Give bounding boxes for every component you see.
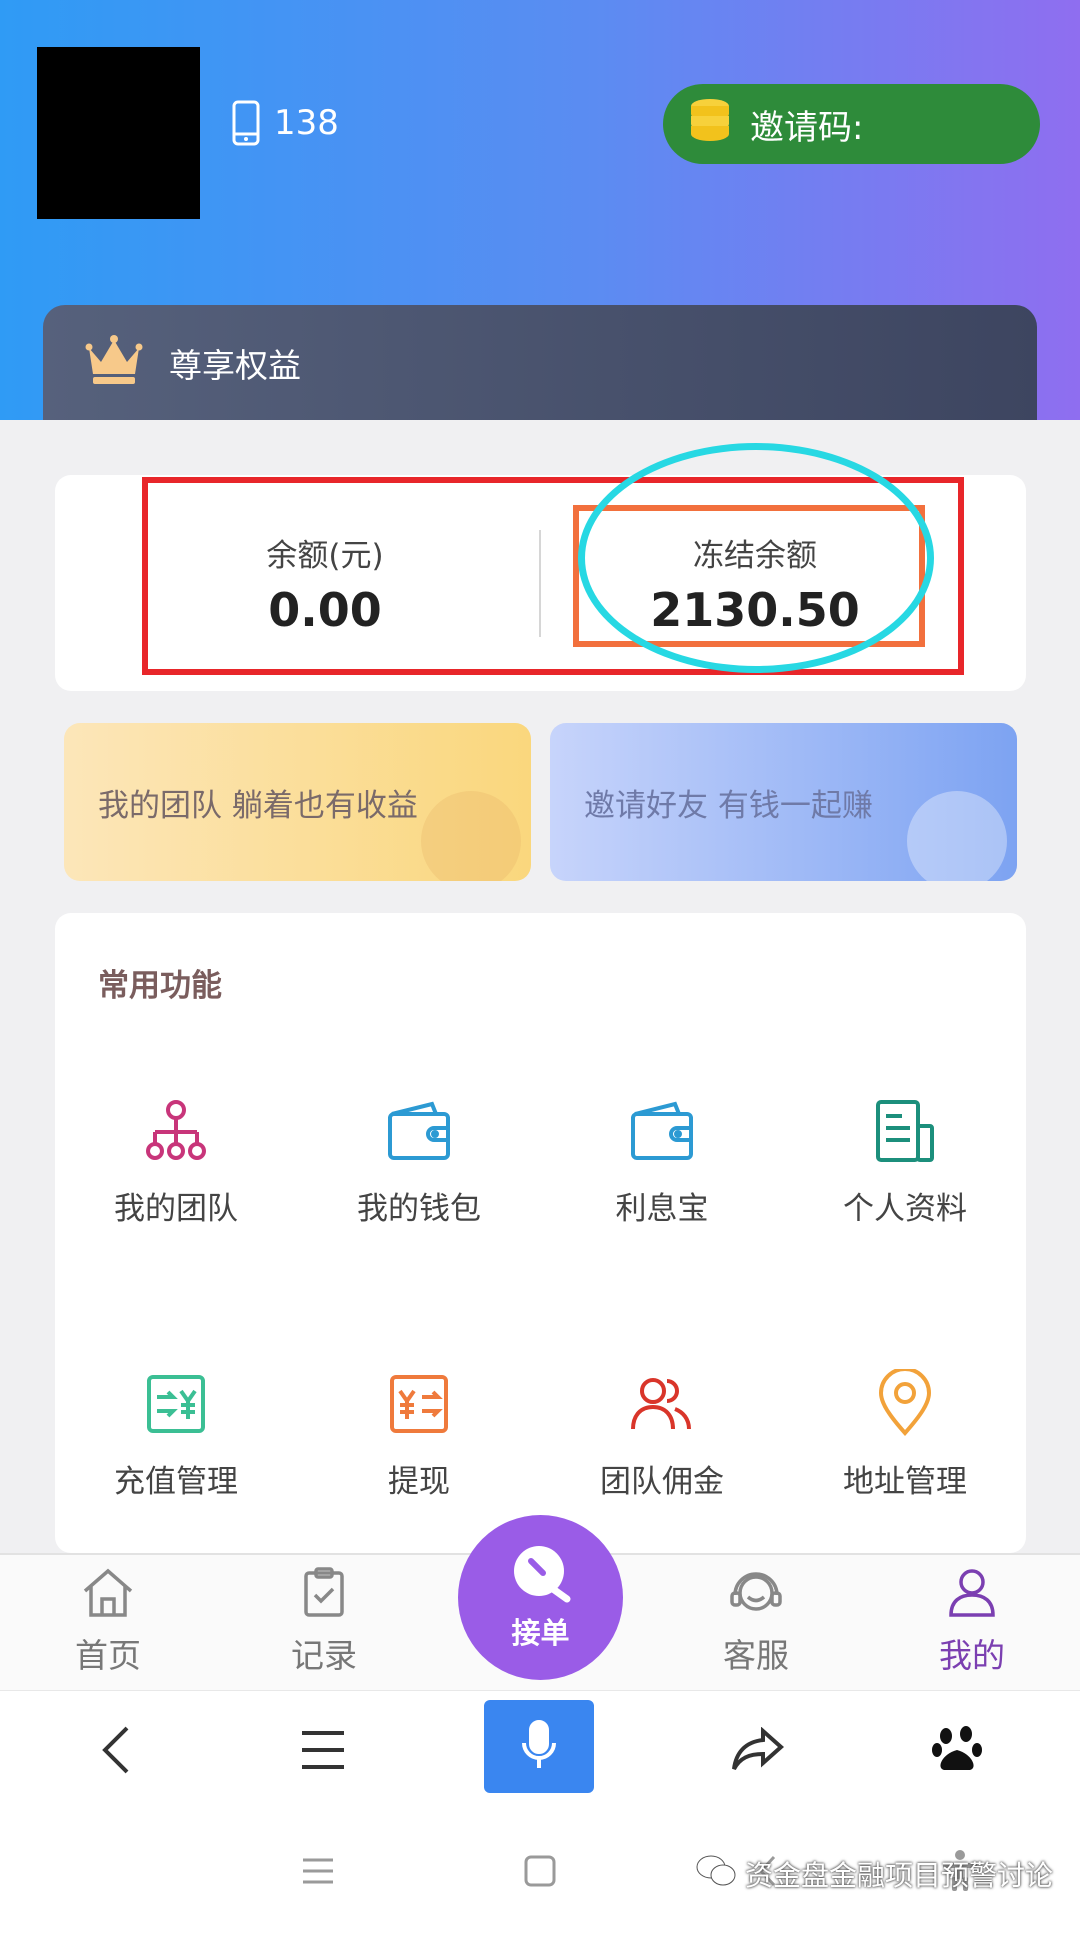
my-team-banner-label: 我的团队 躺着也有收益 [98, 787, 418, 824]
clipboard-check-icon [244, 1563, 404, 1623]
document-icon [795, 1093, 1015, 1169]
tab-label: 我的 [939, 1636, 1005, 1675]
func-profile[interactable]: 个人资料 [795, 1093, 1015, 1228]
tab-label: 客服 [723, 1636, 789, 1675]
func-label: 我的团队 [114, 1191, 238, 1227]
recent-apps-icon[interactable] [288, 1846, 348, 1896]
func-label: 充值管理 [114, 1464, 238, 1500]
func-team-commission[interactable]: 团队佣金 [552, 1366, 772, 1501]
home-square-icon[interactable] [510, 1846, 570, 1896]
tab-customer-service[interactable]: 客服 [676, 1563, 836, 1677]
func-label: 团队佣金 [600, 1464, 724, 1500]
invite-code-button[interactable]: 邀请码: [663, 84, 1040, 164]
back-icon[interactable] [77, 1710, 157, 1790]
puzzle-icon [421, 791, 521, 881]
phone-number: 138 [274, 103, 339, 143]
func-label: 地址管理 [843, 1464, 967, 1500]
wechat-icon [695, 1854, 737, 1895]
tab-label: 记录 [291, 1636, 357, 1675]
coins-icon [688, 97, 732, 152]
invite-code-label: 邀请码: [750, 107, 864, 148]
tab-take-order[interactable]: 接单 [458, 1515, 623, 1680]
tab-label: 首页 [75, 1636, 141, 1675]
func-my-wallet[interactable]: 我的钱包 [309, 1093, 529, 1228]
avatar[interactable] [37, 47, 200, 219]
common-functions-title: 常用功能 [98, 968, 222, 1004]
func-label: 利息宝 [615, 1191, 709, 1227]
voice-search-button[interactable] [484, 1700, 594, 1793]
vip-benefits-label: 尊享权益 [169, 345, 301, 385]
invite-friends-banner[interactable]: 邀请好友 有钱一起赚 [550, 723, 1017, 881]
wallet-icon [309, 1093, 529, 1169]
share-icon[interactable] [718, 1710, 798, 1790]
phone-info: 138 [232, 98, 339, 148]
team-tree-icon [66, 1093, 286, 1169]
people-icon [907, 791, 1007, 881]
menu-icon[interactable] [283, 1710, 363, 1790]
user-icon [892, 1563, 1052, 1623]
headset-icon [676, 1563, 836, 1623]
location-pin-icon [795, 1366, 1015, 1442]
func-recharge[interactable]: 充值管理 [66, 1366, 286, 1501]
phone-icon [232, 100, 260, 146]
highlight-cyan-ellipse [578, 443, 934, 673]
func-label: 提现 [388, 1464, 450, 1500]
tab-mine[interactable]: 我的 [892, 1563, 1052, 1677]
vip-benefits-bar[interactable]: 尊享权益 [43, 305, 1037, 420]
take-order-icon [509, 1543, 573, 1610]
microphone-icon [520, 1719, 558, 1775]
home-icon [28, 1563, 188, 1623]
watermark-text: 资金盘金融项目预警讨论 [745, 1859, 1054, 1892]
func-withdraw[interactable]: 提现 [309, 1366, 529, 1501]
wallet-icon [552, 1093, 772, 1169]
func-my-team[interactable]: 我的团队 [66, 1093, 286, 1228]
func-label: 我的钱包 [357, 1191, 481, 1227]
func-address[interactable]: 地址管理 [795, 1366, 1015, 1501]
my-team-banner[interactable]: 我的团队 躺着也有收益 [64, 723, 531, 881]
withdraw-icon [309, 1366, 529, 1442]
crown-icon [85, 332, 143, 394]
tab-records[interactable]: 记录 [244, 1563, 404, 1677]
func-label: 个人资料 [843, 1191, 967, 1227]
invite-friends-banner-label: 邀请好友 有钱一起赚 [584, 787, 873, 824]
func-interest-treasure[interactable]: 利息宝 [552, 1093, 772, 1228]
tab-label: 接单 [511, 1616, 570, 1650]
baidu-paw-icon[interactable] [917, 1710, 997, 1790]
recharge-icon [66, 1366, 286, 1442]
users-icon [552, 1366, 772, 1442]
tab-home[interactable]: 首页 [28, 1563, 188, 1677]
wechat-watermark: 资金盘金融项目预警讨论 [695, 1854, 1053, 1894]
